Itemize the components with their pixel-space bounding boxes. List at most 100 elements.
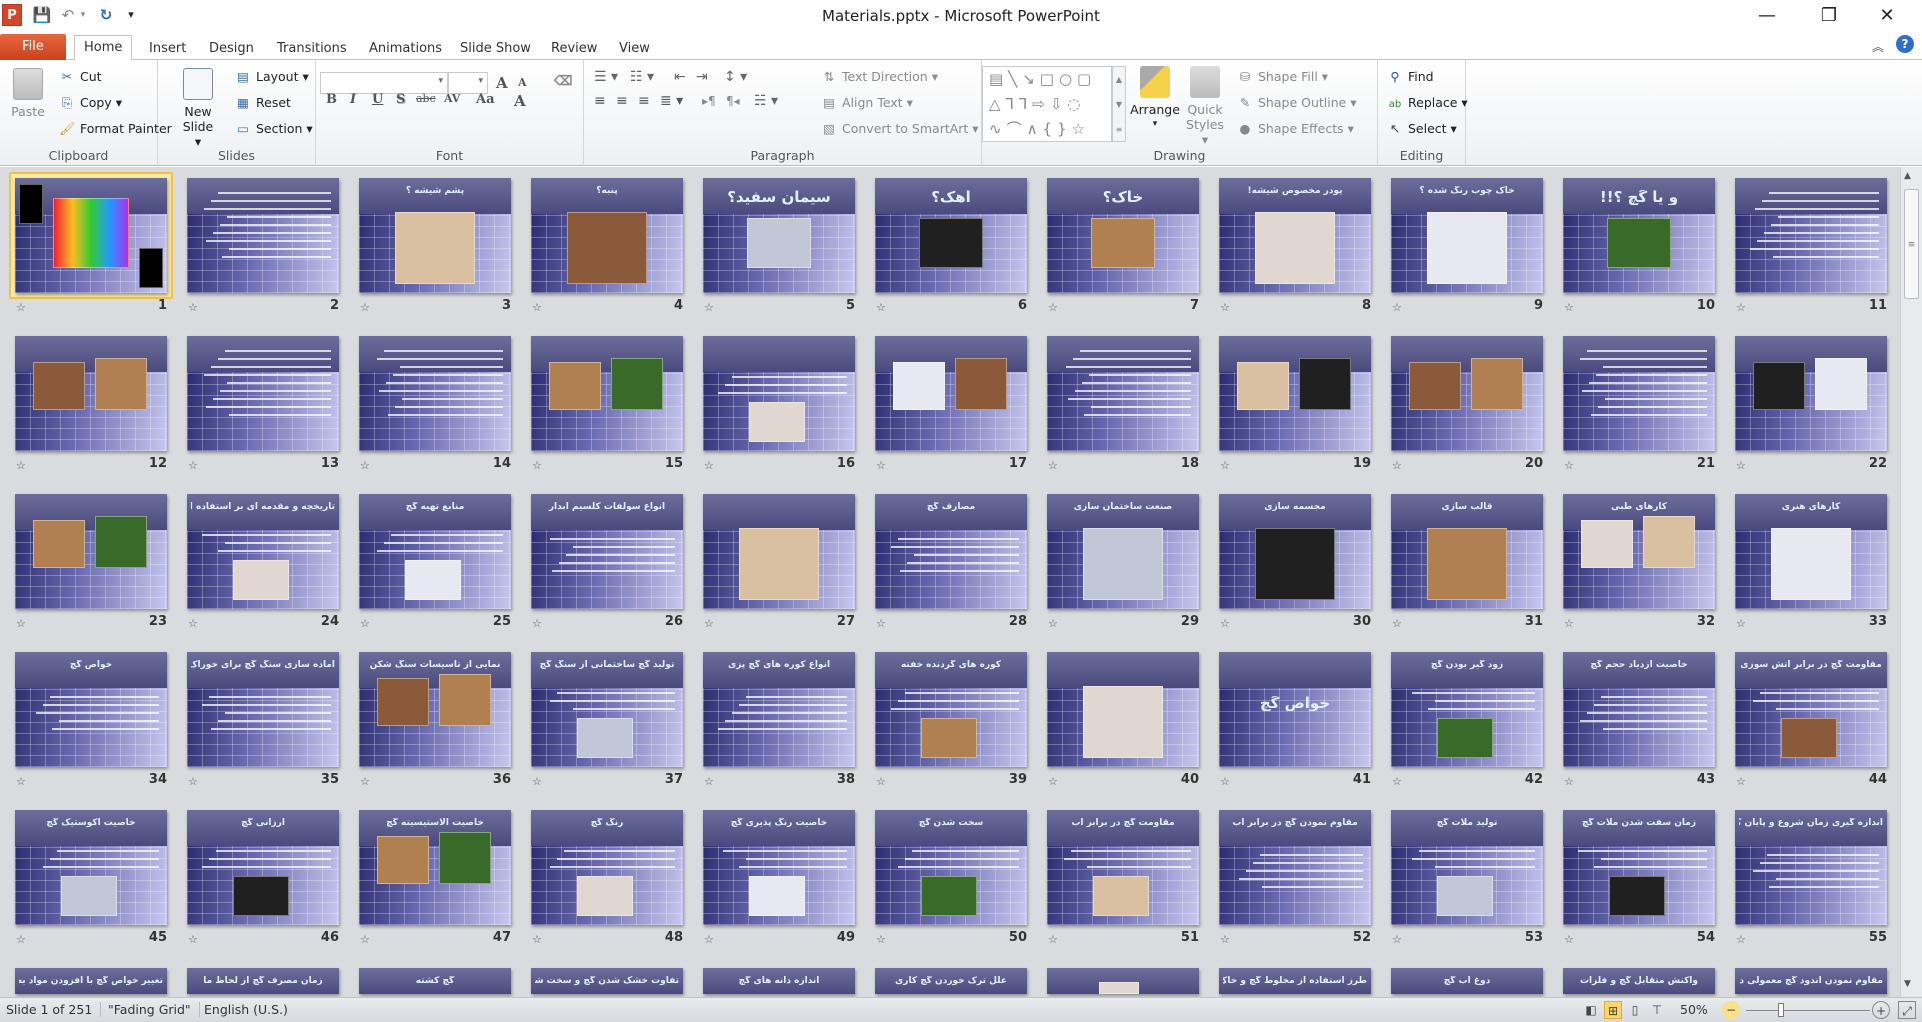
transition-star-icon[interactable]: ☆ [1220, 617, 1230, 630]
minimize-button[interactable]: — [1744, 2, 1790, 30]
transition-star-icon[interactable]: ☆ [876, 775, 886, 788]
slide-thumbnail[interactable]: مقاومت گچ در برابر آب [1047, 810, 1199, 925]
slide-thumbnail[interactable]: خاصیت رنگ پذیری گچ [703, 810, 855, 925]
transition-star-icon[interactable]: ☆ [1564, 933, 1574, 946]
slide-thumbnail[interactable] [1735, 336, 1887, 451]
zoom-out-button[interactable]: − [1722, 1001, 1740, 1019]
transition-star-icon[interactable]: ☆ [188, 459, 198, 472]
slide-thumbnail[interactable]: مجسمه سازی [1219, 494, 1371, 609]
slide-thumbnail[interactable]: کارهای طبی [1563, 494, 1715, 609]
slide-thumbnail[interactable]: تولید گچ ساختمانی از سنگ گچ [531, 652, 683, 767]
bold-button[interactable]: B [326, 92, 337, 107]
slide-thumbnail[interactable] [15, 336, 167, 451]
slide-thumbnail[interactable]: آهک؟ [875, 178, 1027, 293]
slide-thumbnail[interactable] [531, 336, 683, 451]
slide-thumbnail[interactable]: خواص گچ [15, 652, 167, 767]
scroll-up-icon[interactable]: ▲ [1904, 171, 1911, 181]
slide-thumbnail[interactable]: سیمان سفید؟ [703, 178, 855, 293]
slide-thumbnail[interactable]: پنبه؟ [531, 178, 683, 293]
transition-star-icon[interactable]: ☆ [532, 933, 542, 946]
zoom-in-button[interactable]: + [1872, 1001, 1890, 1019]
transition-star-icon[interactable]: ☆ [704, 933, 714, 946]
cut-button[interactable]: ✂ Cut [58, 68, 102, 86]
transition-star-icon[interactable]: ☆ [1048, 301, 1058, 314]
transition-star-icon[interactable]: ☆ [876, 617, 886, 630]
transition-star-icon[interactable]: ☆ [360, 459, 370, 472]
slide-thumbnail[interactable]: زمان سفت شدن ملات گچ [1563, 810, 1715, 925]
transition-star-icon[interactable]: ☆ [1736, 617, 1746, 630]
decrease-indent-icon[interactable]: ⇤ [674, 68, 686, 86]
format-painter-button[interactable]: 🖌 Format Painter [58, 120, 172, 138]
section-button[interactable]: ▭ Section ▾ [234, 120, 313, 138]
transition-star-icon[interactable]: ☆ [188, 933, 198, 946]
transition-star-icon[interactable]: ☆ [188, 301, 198, 314]
layout-button[interactable]: ▤ Layout ▾ [234, 68, 309, 86]
tab-transitions[interactable]: Transitions [268, 38, 356, 60]
transition-star-icon[interactable]: ☆ [532, 617, 542, 630]
rtl-icon[interactable]: ¶◂ [726, 92, 740, 110]
slide-thumbnail[interactable]: تاریخچه و مقدمه ای بر استفاده از گچ [187, 494, 339, 609]
shape-effects-button[interactable]: ● Shape Effects ▾ [1236, 120, 1354, 138]
slide-thumbnail[interactable] [359, 336, 511, 451]
slide-thumbnail[interactable]: زمان مصرف گچ از لحاظ ما [187, 968, 339, 994]
transition-star-icon[interactable]: ☆ [532, 301, 542, 314]
slide-thumbnail[interactable] [1563, 336, 1715, 451]
slide-thumbnail[interactable]: انواع سولفات کلسیم آبدار [531, 494, 683, 609]
transition-star-icon[interactable]: ☆ [876, 301, 886, 314]
slide-thumbnail[interactable] [875, 336, 1027, 451]
shape-fill-button[interactable]: ⛁ Shape Fill ▾ [1236, 68, 1328, 86]
slide-thumbnail[interactable]: خاصیت آکوستیک گچ [15, 810, 167, 925]
italic-button[interactable]: I [350, 92, 356, 107]
replace-button[interactable]: ab Replace ▾ [1386, 94, 1468, 114]
zoom-level[interactable]: 50% [1680, 1002, 1716, 1017]
reset-button[interactable]: ▦ Reset [234, 94, 291, 112]
slide-thumbnail[interactable]: دوغ آب گچ [1391, 968, 1543, 994]
slide-thumbnail[interactable]: تولید ملات گچ [1391, 810, 1543, 925]
slide-thumbnail[interactable]: مقاوم نمودن اندود گچ معمولی در برابر آب [1735, 968, 1887, 994]
reading-view-button[interactable]: ▯ [1626, 1001, 1644, 1019]
transition-star-icon[interactable]: ☆ [360, 933, 370, 946]
slide-thumbnail[interactable] [1219, 336, 1371, 451]
underline-button[interactable]: U [372, 92, 383, 107]
font-size-combobox[interactable]: ▾ [448, 72, 488, 94]
transition-star-icon[interactable]: ☆ [876, 459, 886, 472]
slide-thumbnail[interactable]: و یا گچ ؟!! [1563, 178, 1715, 293]
transition-star-icon[interactable]: ☆ [1048, 775, 1058, 788]
transition-star-icon[interactable]: ☆ [16, 459, 26, 472]
zoom-slider-track[interactable] [1746, 1010, 1870, 1011]
slide-thumbnail[interactable]: طرز استفاده از مخلوط گچ و خاک رس [1219, 968, 1371, 994]
minimize-ribbon-icon[interactable]: ︽ [1872, 38, 1884, 55]
line-spacing-icon[interactable]: ↕ ▾ [724, 68, 747, 86]
transition-star-icon[interactable]: ☆ [704, 301, 714, 314]
find-button[interactable]: ⚲ Find [1386, 68, 1433, 86]
justify-icon[interactable]: ≣ ▾ [660, 92, 683, 110]
transition-star-icon[interactable]: ☆ [1564, 459, 1574, 472]
transition-star-icon[interactable]: ☆ [1392, 301, 1402, 314]
convert-smartart-button[interactable]: ▧ Convert to SmartArt ▾ [820, 120, 978, 138]
copy-button[interactable]: ⎘ Copy ▾ [58, 94, 122, 112]
slide-thumbnail[interactable] [703, 336, 855, 451]
slide-sorter-view-button[interactable]: ⊞ [1604, 1001, 1622, 1019]
slide-thumbnail[interactable]: آماده سازی سنگ گچ برای خوراک کوره [187, 652, 339, 767]
slide-thumbnail[interactable]: اندازه گیری زمان شروع و پایان گرفتن گچ [1735, 810, 1887, 925]
slide-thumbnail[interactable] [187, 178, 339, 293]
change-case-button[interactable]: Aa [476, 92, 495, 107]
language[interactable]: English (U.S.) [204, 1002, 296, 1017]
help-icon[interactable]: ? [1896, 35, 1914, 53]
tab-view[interactable]: View [610, 38, 659, 60]
vertical-scrollbar[interactable]: ▲ ≡ ▼ [1900, 167, 1922, 997]
text-direction-button[interactable]: ⇅ Text Direction ▾ [820, 68, 938, 86]
slide-thumbnail[interactable]: گچ کشته [359, 968, 511, 994]
slide-thumbnail[interactable]: پشم شیشه ؟ [359, 178, 511, 293]
slide-thumbnail[interactable]: مقاوم نمودن گچ در برابر آب [1219, 810, 1371, 925]
slide-thumbnail[interactable]: سخت شدن گچ [875, 810, 1027, 925]
slide-thumbnail[interactable]: کوره های گردنده خفته [875, 652, 1027, 767]
transition-star-icon[interactable]: ☆ [1048, 459, 1058, 472]
paste-button[interactable]: Paste [8, 68, 48, 119]
slide-thumbnail[interactable]: ارزانی گچ [187, 810, 339, 925]
transition-star-icon[interactable]: ☆ [1736, 301, 1746, 314]
tab-design[interactable]: Design [200, 38, 263, 60]
slide-thumbnail[interactable] [15, 178, 167, 293]
slide-thumbnail[interactable]: خاصیت الاستیسیته گچ [359, 810, 511, 925]
slide-thumbnail[interactable]: خاصیت ازدیاد حجم گچ [1563, 652, 1715, 767]
